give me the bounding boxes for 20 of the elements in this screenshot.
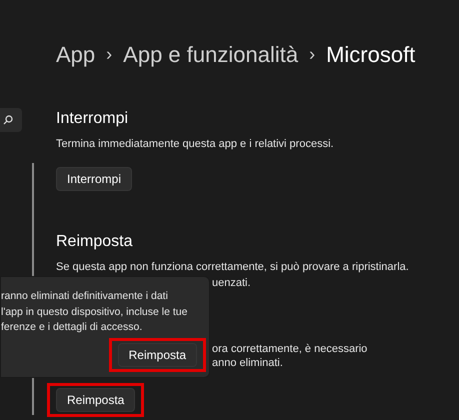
reset-button[interactable]: Reimposta xyxy=(56,388,136,412)
warning-text: l'app in questo dispositivo, incluse le tue xyxy=(1,304,188,320)
warning-text: ferenze e i dettagli di accesso. xyxy=(1,320,144,335)
description-text: uenzati. xyxy=(212,276,252,290)
chevron-icon: › xyxy=(106,40,112,69)
stop-button[interactable]: Interrompi xyxy=(56,167,132,191)
description-text: anno eliminati. xyxy=(212,356,284,370)
search-field[interactable] xyxy=(0,108,22,132)
section-heading: Interrompi xyxy=(56,110,130,128)
breadcrumb-link[interactable]: App e funzionalità xyxy=(123,40,298,69)
description-text: ora correttamente, è necessario xyxy=(212,342,368,356)
warning-text: ranno eliminati definitivamente i dati xyxy=(1,289,169,304)
search-icon xyxy=(3,115,13,125)
confirm-reset-button[interactable]: Reimposta xyxy=(118,343,197,367)
section-description: Se questa app non funziona correttamente, si può provare a ripristinarla. xyxy=(56,260,410,274)
section-description: Termina immediatamente questa app e i relativi processi. xyxy=(56,137,335,151)
breadcrumb-link[interactable]: App xyxy=(56,40,96,69)
page-title: Microsoft xyxy=(326,41,416,69)
section-heading: Reimposta xyxy=(56,233,134,251)
chevron-icon: › xyxy=(309,40,316,69)
